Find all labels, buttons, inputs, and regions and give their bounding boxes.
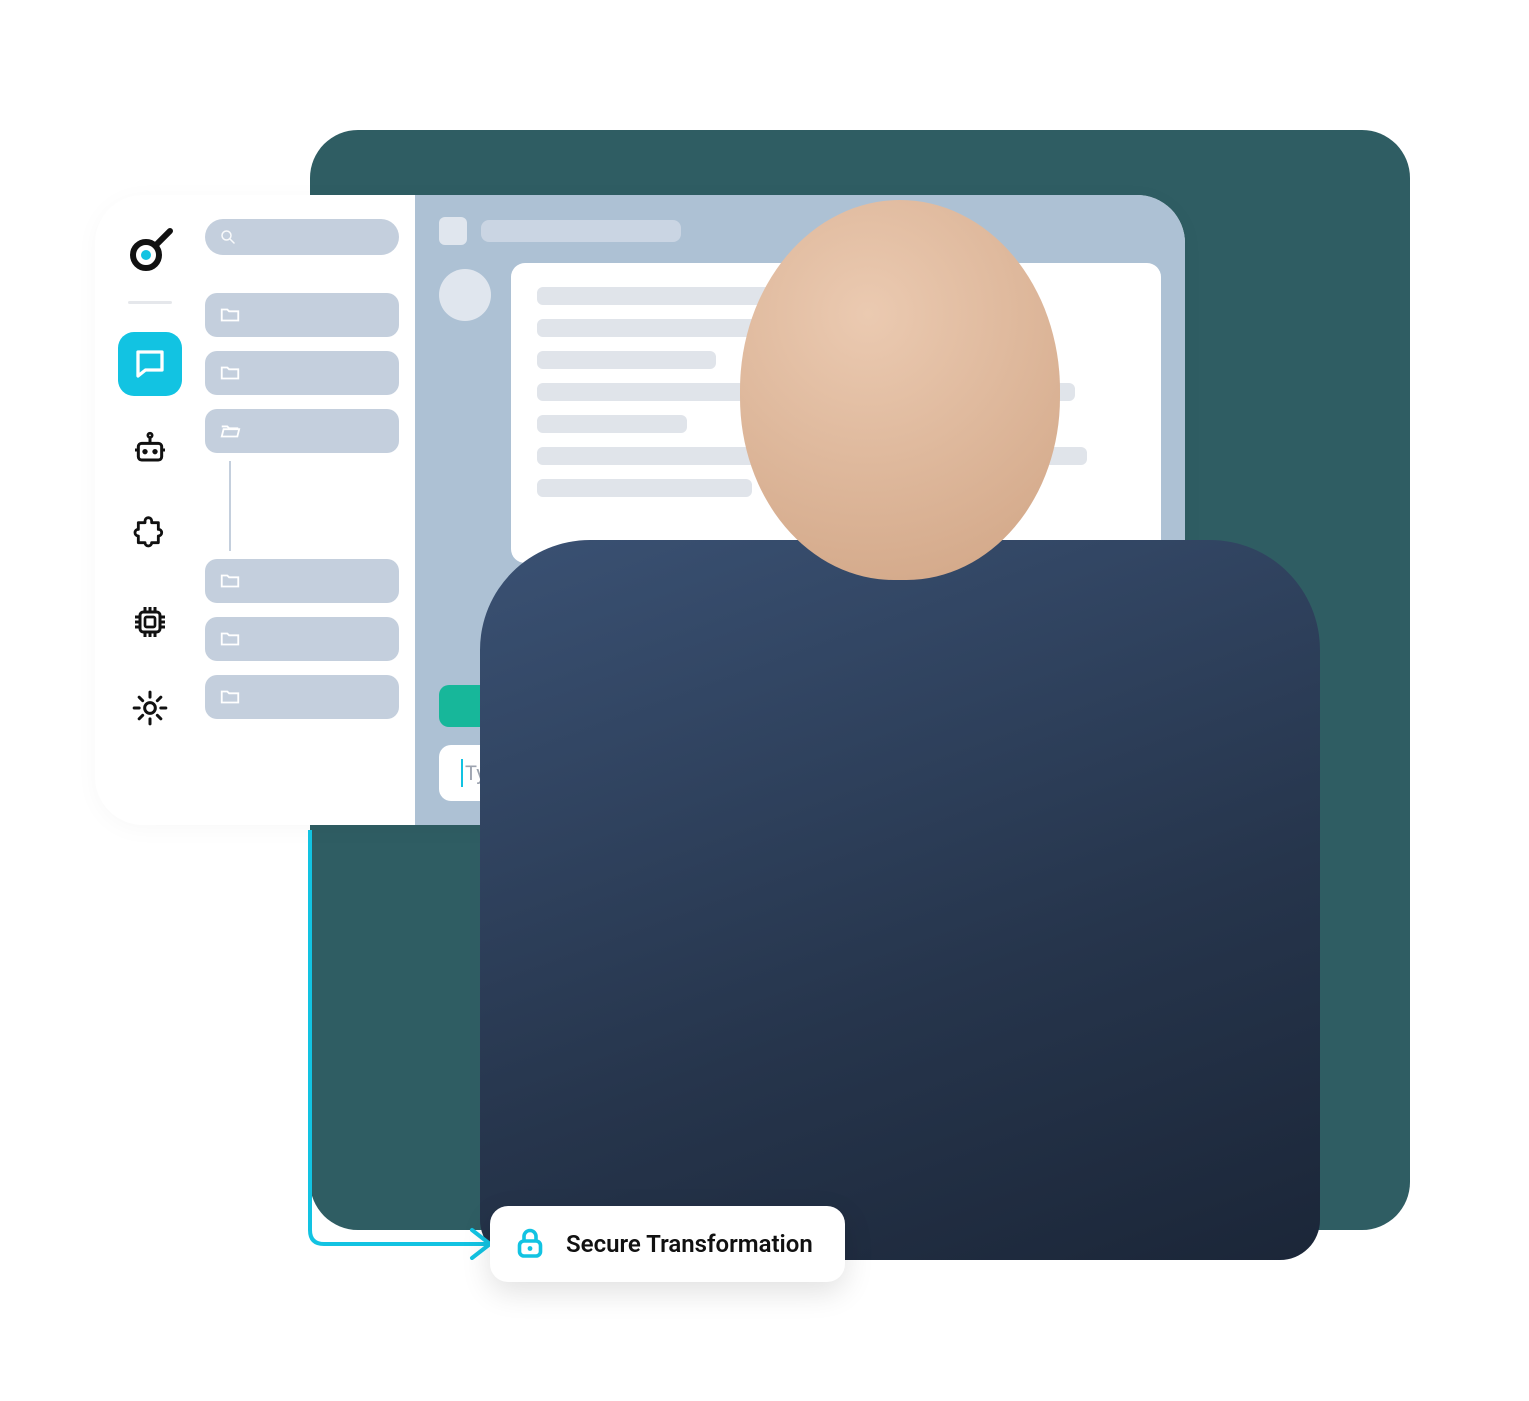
text-cursor	[461, 759, 463, 787]
composer-placeholder: Type "@" t	[465, 761, 555, 785]
divider	[128, 301, 172, 304]
person-name: Craig Wiltshire	[880, 1290, 1120, 1325]
folder-icon	[219, 686, 241, 708]
nav-models[interactable]	[118, 590, 182, 654]
gear-icon	[130, 688, 170, 728]
action-button-2[interactable]	[684, 685, 915, 727]
message-row	[439, 263, 1161, 563]
chip-icon	[130, 602, 170, 642]
robot-icon	[130, 430, 170, 470]
topbar	[439, 217, 1161, 245]
main-panel: Type "@" t	[415, 195, 1185, 825]
folder-item[interactable]	[205, 675, 399, 719]
text-placeholder	[537, 287, 788, 305]
topbar-title-placeholder	[481, 220, 681, 242]
text-placeholder	[537, 415, 687, 433]
topbar-app-icon	[439, 217, 467, 245]
person-caption: Craig Wiltshire Chief Executive Officer	[880, 1290, 1120, 1357]
folder-item[interactable]	[205, 559, 399, 603]
composer-input[interactable]: Type "@" t	[439, 745, 1161, 801]
folder-item[interactable]	[205, 293, 399, 337]
action-row	[439, 685, 1161, 727]
chat-icon	[132, 346, 168, 382]
lock-icon	[512, 1226, 548, 1262]
text-placeholder	[537, 351, 716, 369]
folder-icon	[219, 570, 241, 592]
search-icon	[219, 228, 237, 246]
text-placeholder	[537, 383, 1075, 401]
folder-open-icon	[219, 420, 241, 442]
text-placeholder	[537, 447, 1087, 465]
folder-icon	[219, 362, 241, 384]
folder-icon	[219, 628, 241, 650]
nav-chat[interactable]	[118, 332, 182, 396]
folder-item[interactable]	[205, 351, 399, 395]
tree-branch	[229, 461, 399, 551]
app-logo-icon	[122, 223, 178, 279]
nav-settings[interactable]	[118, 676, 182, 740]
secure-transformation-pill[interactable]: Secure Transformation	[490, 1206, 845, 1282]
text-placeholder	[537, 479, 752, 497]
nav-plugins[interactable]	[118, 504, 182, 568]
person-title: Chief Executive Officer	[880, 1329, 1120, 1357]
puzzle-icon	[130, 516, 170, 556]
action-button-1[interactable]	[439, 685, 670, 727]
folder-item-open[interactable]	[205, 409, 399, 453]
secure-pill-label: Secure Transformation	[566, 1230, 813, 1258]
nav-robot[interactable]	[118, 418, 182, 482]
app-window: Type "@" t	[95, 195, 1185, 825]
text-placeholder	[537, 319, 944, 337]
avatar	[439, 269, 491, 321]
nav-rail	[95, 195, 205, 825]
search-input[interactable]	[205, 219, 399, 255]
message-card	[511, 263, 1161, 563]
action-button-3[interactable]	[930, 685, 1161, 727]
folder-icon	[219, 304, 241, 326]
sidebar	[205, 195, 415, 825]
folder-item[interactable]	[205, 617, 399, 661]
